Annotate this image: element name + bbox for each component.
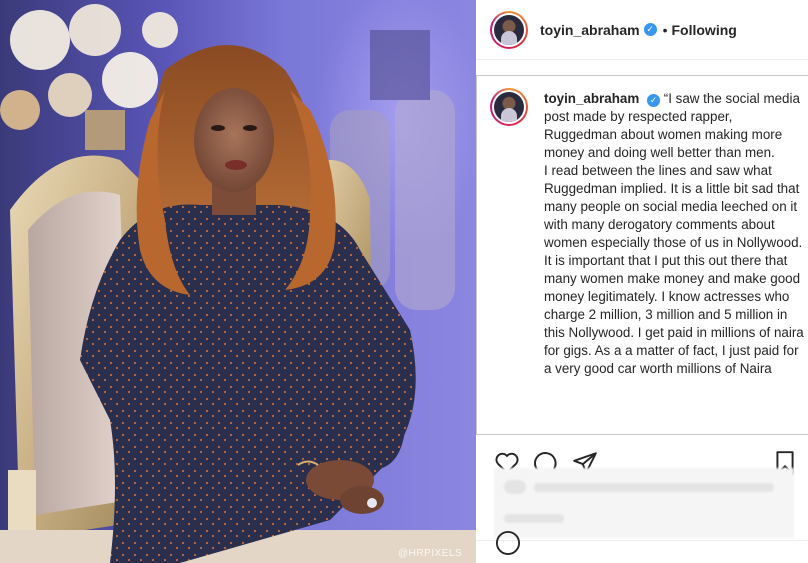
blurred-text-line — [504, 514, 564, 523]
photographer-watermark: @HRPIXELS — [398, 548, 463, 559]
verified-badge-icon: ✓ — [647, 94, 660, 107]
caption-paragraph: I read between the lines and saw what Ru… — [544, 163, 803, 250]
woman-portrait-image — [0, 4, 476, 563]
caption-paragraph: It is important that I put this out ther… — [544, 253, 804, 376]
header-username[interactable]: toyin_abraham — [540, 22, 640, 38]
post-caption: toyin_abraham ✓ “I saw the social media … — [544, 90, 806, 378]
blurred-text-line — [534, 483, 774, 492]
caption-avatar[interactable] — [490, 88, 528, 126]
post-photo: @HRPIXELS — [0, 0, 476, 563]
post-header: toyin_abraham ✓ • Following — [476, 0, 808, 60]
caption-paragraph: toyin_abraham ✓ “I saw the social media … — [544, 91, 800, 160]
separator-dot: • — [662, 21, 668, 38]
caption-username[interactable]: toyin_abraham — [544, 91, 639, 106]
emoji-icon[interactable] — [494, 529, 522, 557]
caption-scroll-area[interactable]: toyin_abraham ✓ “I saw the social media … — [476, 75, 808, 435]
avatar-image — [494, 92, 524, 122]
add-comment-row[interactable] — [476, 530, 808, 563]
post-sidebar: toyin_abraham ✓ • Following toyin_abraha… — [476, 0, 808, 563]
profile-avatar[interactable] — [490, 10, 528, 49]
verified-badge-icon: ✓ — [643, 23, 657, 36]
avatar-image — [494, 14, 524, 45]
blurred-avatar — [504, 480, 526, 494]
blurred-likes-region — [494, 468, 794, 538]
following-button[interactable]: Following — [672, 22, 737, 38]
